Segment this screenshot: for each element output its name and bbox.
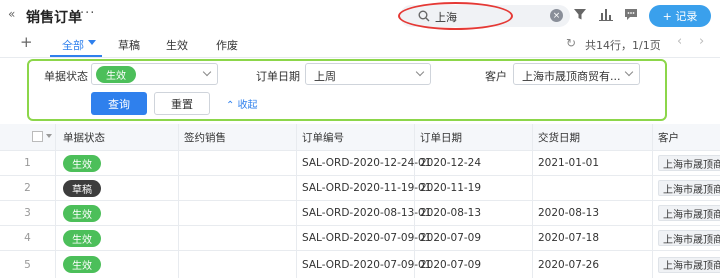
row-index: 3 [24,207,31,219]
status-filter-label: 单据状态 [44,70,88,83]
date-filter-value: 上周 [314,70,336,83]
delivery-date-cell: 2020-08-13 [538,207,600,219]
table-header: 单据状态 签约销售 订单编号 订单日期 交货日期 客户 [0,124,720,151]
order-no-cell[interactable]: SAL-ORD-2020-12-24-01 [302,151,431,175]
add-record-button[interactable]: + 记录 [649,5,711,27]
status-badge: 生效 [63,256,101,273]
order-no-cell[interactable]: SAL-ORD-2020-11-19-01 [302,176,431,200]
tab-all[interactable]: 全部 [62,37,84,53]
clear-icon[interactable]: × [550,9,563,22]
customer-filter-select[interactable]: 上海市晟顶商贸有... [513,63,640,85]
order-no-cell[interactable]: SAL-ORD-2020-07-09-01 [302,226,431,250]
tab-effective[interactable]: 生效 [166,37,188,53]
filter-icon[interactable] [573,7,587,21]
column-header-customer[interactable]: 客户 [658,124,679,150]
refresh-icon[interactable]: ↻ [566,36,576,50]
table-row[interactable]: 2 草稿 SAL-ORD-2020-11-19-01 2020-11-19 上海… [0,176,720,201]
row-index: 4 [24,232,31,244]
chart-icon[interactable] [599,7,613,21]
delivery-date-cell: 2021-01-01 [538,157,600,169]
date-filter-label: 订单日期 [256,70,300,83]
query-button[interactable]: 查询 [91,92,147,115]
order-date-cell: 2020-08-13 [420,207,482,219]
chevron-down-icon [202,67,212,77]
status-badge: 生效 [63,204,101,222]
divider [0,57,720,58]
next-page-icon[interactable]: › [699,34,704,49]
chevron-down-icon [415,67,425,77]
status-badge: 生效 [63,229,101,247]
tab-void[interactable]: 作废 [216,37,238,53]
column-header-status[interactable]: 单据状态 [63,124,105,150]
status-badge: 生效 [63,154,101,172]
more-icon[interactable]: ··· [80,6,95,21]
delivery-date-cell: 2020-07-26 [538,258,600,271]
order-no-cell[interactable]: SAL-ORD-2020-08-13-01 [302,201,431,225]
customer-tag[interactable]: 上海市晟顶商 [658,180,720,196]
chevron-down-icon[interactable] [46,134,52,138]
column-header-order-no[interactable]: 订单编号 [302,124,344,150]
tab-draft[interactable]: 草稿 [118,37,140,53]
collapse-link[interactable]: ⌃ 收起 [226,96,258,111]
row-index: 2 [24,182,31,194]
customer-tag[interactable]: 上海市晟顶商 [658,256,720,273]
order-date-cell: 2020-11-19 [420,182,482,194]
page-title: 销售订单 [26,10,82,26]
order-date-cell: 2020-07-09 [420,232,482,244]
customer-tag[interactable]: 上海市晟顶商 [658,205,720,221]
table-row[interactable]: 4 生效 SAL-ORD-2020-07-09-01 2020-07-09 20… [0,226,720,251]
order-date-cell: 2020-07-09 [420,258,482,271]
delivery-date-cell: 2020-07-18 [538,232,600,244]
customer-filter-label: 客户 [485,70,507,83]
reset-button[interactable]: 重置 [154,92,210,115]
order-date-cell: 2020-12-24 [420,157,482,169]
chevron-up-icon: ⌃ [226,100,238,111]
add-tab-icon[interactable]: + [20,33,33,51]
status-badge: 草稿 [63,179,101,197]
column-header-sales[interactable]: 签约销售 [184,124,226,150]
column-header-delivery-date[interactable]: 交货日期 [538,124,580,150]
customer-tag[interactable]: 上海市晟顶商 [658,155,720,171]
back-icon[interactable]: « [8,7,15,21]
customer-tag[interactable]: 上海市晟顶商 [658,230,720,246]
message-icon[interactable] [624,7,638,21]
table-row[interactable]: 3 生效 SAL-ORD-2020-08-13-01 2020-08-13 20… [0,201,720,226]
table-row[interactable]: 5 生效 SAL-ORD-2020-07-09-01 2020-07-09 20… [0,251,720,278]
row-index: 5 [24,258,31,271]
pager-info: 共14行，1/1页 [585,39,661,52]
prev-page-icon[interactable]: ‹ [677,34,682,49]
date-filter-select[interactable]: 上周 [305,63,431,85]
search-highlight-annotation [398,2,513,30]
chevron-down-icon [624,67,634,77]
row-index: 1 [24,157,31,169]
order-no-cell[interactable]: SAL-ORD-2020-07-09-01 [302,251,431,278]
select-all-checkbox[interactable] [32,131,43,142]
table-row[interactable]: 1 生效 SAL-ORD-2020-12-24-01 2020-12-24 20… [0,151,720,176]
customer-filter-value: 上海市晟顶商贸有... [522,70,621,83]
status-filter-select[interactable]: 生效 [91,63,218,85]
column-header-order-date[interactable]: 订单日期 [420,124,462,150]
collapse-label: 收起 [237,100,258,111]
status-filter-value: 生效 [96,66,136,83]
chevron-down-icon[interactable] [88,40,96,45]
